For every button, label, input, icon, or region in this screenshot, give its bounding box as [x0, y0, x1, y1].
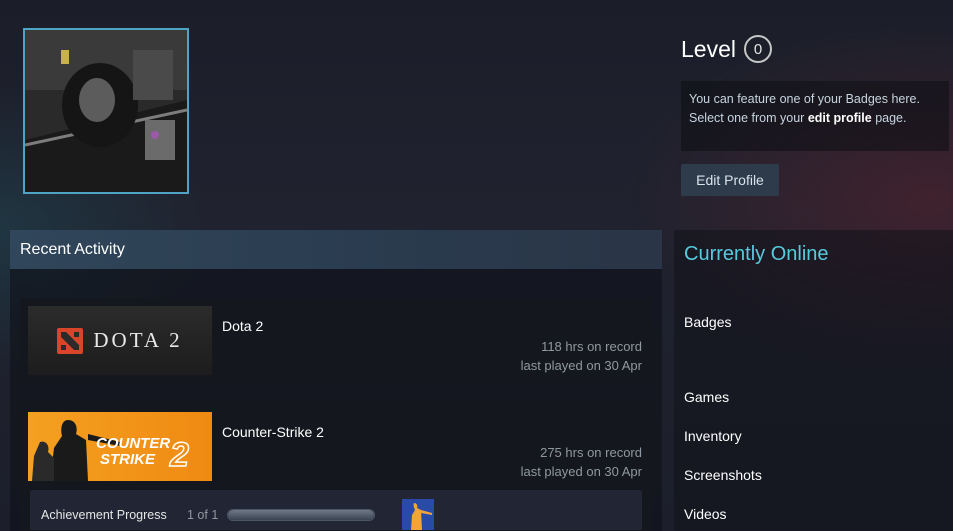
game-last-played: last played on 30 Apr	[520, 358, 642, 373]
edit-profile-button[interactable]: Edit Profile	[681, 164, 779, 196]
game-card-cs2: COUNTER STRIKE 2 Counter-Strike 2 275 hr…	[20, 404, 652, 531]
dota-logo-icon	[57, 327, 84, 354]
game-hours: 118 hrs on record	[541, 339, 642, 354]
sidebar-link-badges[interactable]: Badges	[684, 314, 731, 330]
featured-badge-placeholder: You can feature one of your Badges here.…	[681, 81, 949, 151]
achievement-icon[interactable]	[402, 499, 434, 530]
game-name[interactable]: Dota 2	[222, 318, 263, 334]
cs2-logo-line2: STRIKE	[100, 451, 156, 468]
game-name[interactable]: Counter-Strike 2	[222, 424, 324, 440]
badge-hint-line-1: You can feature one of your Badges here.	[689, 92, 920, 106]
cs2-logo-number: 2	[169, 436, 189, 474]
sidebar-link-screenshots[interactable]: Screenshots	[684, 467, 762, 483]
cs2-logo-line1: COUNTER	[96, 435, 170, 452]
sidebar-link-games[interactable]: Games	[684, 389, 729, 405]
cs2-artwork-icon: COUNTER STRIKE 2	[32, 420, 190, 481]
cs2-capsule[interactable]: COUNTER STRIKE 2	[28, 412, 212, 481]
achievement-progress-fill	[228, 510, 374, 520]
recent-activity-panel: Recent Activity DOTA 2 Dota 2 118 hrs on…	[10, 230, 662, 531]
profile-level: Level 0	[681, 35, 772, 63]
game-hours: 275 hrs on record	[540, 445, 642, 460]
achievement-progress-label: Achievement Progress	[41, 508, 167, 522]
badge-hint-line-2: Select one from your edit profile page.	[689, 111, 907, 125]
achievement-progress-bar	[227, 509, 375, 521]
level-badge[interactable]: 0	[743, 35, 772, 63]
profile-sidebar: Currently Online Badges Games Inventory …	[674, 230, 953, 531]
edit-profile-link[interactable]: edit profile	[808, 111, 872, 125]
profile-avatar[interactable]	[23, 28, 189, 194]
dota-logo-text: DOTA 2	[93, 328, 183, 352]
game-card-dota2: DOTA 2 Dota 2 118 hrs on record last pla…	[20, 298, 652, 383]
achievement-progress-row[interactable]: Achievement Progress 1 of 1	[30, 490, 642, 530]
achievement-count: 1 of 1	[187, 508, 219, 522]
sidebar-link-inventory[interactable]: Inventory	[684, 428, 742, 444]
game-last-played: last played on 30 Apr	[520, 464, 642, 479]
online-status: Currently Online	[684, 243, 829, 265]
dota2-capsule[interactable]: DOTA 2	[28, 306, 212, 375]
recent-activity-title: Recent Activity	[10, 230, 662, 269]
level-label: Level	[681, 35, 736, 62]
sidebar-link-videos[interactable]: Videos	[684, 506, 727, 522]
